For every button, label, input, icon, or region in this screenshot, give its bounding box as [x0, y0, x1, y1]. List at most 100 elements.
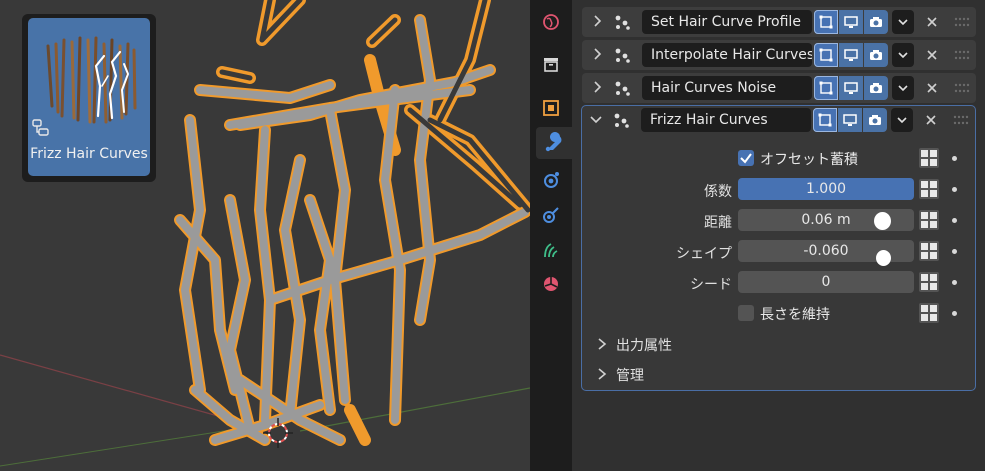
modifier-frizz-hair-curves[interactable]: Frizz Hair Curves	[581, 105, 975, 135]
edit-mode-icon	[818, 113, 832, 127]
shape-label: シェイプ	[676, 246, 732, 262]
render-toggle[interactable]	[863, 108, 887, 132]
factor-slider[interactable]: 1.000	[738, 178, 914, 200]
chevron-right-icon[interactable]	[590, 80, 604, 94]
monitor-icon	[844, 82, 858, 94]
frizz-hair-thumbnail	[40, 26, 140, 130]
input-attribute-toggle-icon[interactable]	[918, 302, 940, 324]
chevron-down-icon	[898, 85, 908, 92]
modifier-hair-curves-noise[interactable]: Hair Curves Noise	[582, 73, 976, 103]
modifier-frizz-hair-curves-panel: Frizz Hair Curves オフセット蓄積 係数 1.000 距離 0.…	[581, 105, 976, 391]
camera-icon	[870, 83, 882, 93]
drag-handle-icon[interactable]	[953, 114, 969, 126]
tab-world[interactable]	[535, 6, 567, 38]
tab-constraints[interactable]	[535, 234, 567, 266]
monitor-icon	[844, 49, 858, 61]
offset-accum-label: オフセット蓄積	[760, 152, 858, 168]
data-icon	[544, 277, 558, 291]
modifier-menu-button[interactable]	[892, 10, 914, 34]
tab-physics[interactable]	[535, 199, 567, 231]
seed-field[interactable]: 0	[738, 271, 914, 293]
keep-length-checkbox[interactable]	[738, 305, 754, 321]
tab-object[interactable]	[535, 92, 567, 124]
keyframe-dot-icon[interactable]	[952, 249, 957, 254]
render-toggle[interactable]	[864, 10, 888, 34]
subpanel-output-attributes[interactable]: 出力属性	[596, 335, 796, 355]
close-icon	[927, 83, 937, 93]
chevron-down-icon	[897, 117, 907, 124]
viewport-toggle[interactable]	[839, 10, 863, 34]
keyframe-dot-icon[interactable]	[952, 156, 957, 161]
modifier-name-field[interactable]: Frizz Hair Curves	[641, 108, 811, 132]
subpanel-label: 出力属性	[616, 338, 672, 354]
remove-modifier-button[interactable]	[921, 110, 941, 130]
asset-card[interactable]: Frizz Hair Curves	[22, 14, 156, 182]
asset-label: Frizz Hair Curves	[30, 146, 148, 162]
edit-mode-toggle[interactable]	[813, 108, 837, 132]
input-attribute-toggle-icon[interactable]	[918, 147, 940, 169]
modifier-name-field[interactable]: Hair Curves Noise	[642, 76, 812, 100]
tab-particles[interactable]	[535, 164, 567, 196]
tab-data[interactable]	[535, 268, 567, 300]
viewport-toggle[interactable]	[838, 108, 862, 132]
modifier-menu-button[interactable]	[892, 43, 914, 67]
camera-icon	[870, 17, 882, 27]
world-icon	[543, 14, 559, 30]
input-attribute-toggle-icon[interactable]	[918, 209, 940, 231]
render-toggle[interactable]	[864, 76, 888, 100]
input-attribute-toggle-icon[interactable]	[918, 271, 940, 293]
asset-card-inner: Frizz Hair Curves	[28, 18, 150, 176]
keyframe-dot-icon[interactable]	[952, 311, 957, 316]
modifier-interpolate-hair-curves[interactable]: Interpolate Hair Curves	[582, 40, 976, 70]
drag-handle-icon[interactable]	[954, 49, 970, 61]
keyframe-dot-icon[interactable]	[952, 280, 957, 285]
close-icon	[926, 115, 936, 125]
chevron-down-icon[interactable]	[589, 112, 603, 126]
chevron-right-icon[interactable]	[590, 14, 604, 28]
edit-mode-icon	[819, 48, 833, 62]
edit-mode-toggle[interactable]	[814, 43, 838, 67]
mouse-cursor-icon	[876, 250, 891, 266]
close-icon	[927, 50, 937, 60]
subpanel-manage[interactable]: 管理	[596, 365, 796, 385]
render-toggle[interactable]	[864, 43, 888, 67]
3d-viewport[interactable]: Frizz Hair Curves	[0, 0, 530, 471]
drag-handle-icon[interactable]	[954, 82, 970, 94]
distance-label: 距離	[704, 215, 732, 231]
modifier-menu-button[interactable]	[891, 108, 913, 132]
modifier-wrench-icon	[545, 132, 562, 152]
chevron-right-icon[interactable]	[590, 47, 604, 61]
tab-collection[interactable]	[535, 48, 567, 80]
geometry-nodes-icon	[615, 48, 630, 63]
keyframe-dot-icon[interactable]	[952, 218, 957, 223]
chevron-down-icon	[898, 19, 908, 26]
input-attribute-toggle-icon[interactable]	[918, 240, 940, 262]
remove-modifier-button[interactable]	[922, 12, 942, 32]
edit-mode-toggle[interactable]	[814, 76, 838, 100]
particles-icon	[544, 172, 559, 188]
viewport-toggle[interactable]	[839, 43, 863, 67]
physics-icon	[543, 207, 559, 223]
remove-modifier-button[interactable]	[922, 78, 942, 98]
modifier-name-field[interactable]: Set Hair Curve Profile	[642, 10, 812, 34]
drag-handle-icon[interactable]	[954, 16, 970, 28]
close-icon	[927, 17, 937, 27]
modifier-name-field[interactable]: Interpolate Hair Curves	[642, 43, 812, 67]
modifier-set-hair-curve-profile[interactable]: Set Hair Curve Profile	[582, 7, 976, 37]
tab-modifiers[interactable]	[536, 127, 572, 159]
remove-modifier-button[interactable]	[922, 45, 942, 65]
keyframe-dot-icon[interactable]	[952, 187, 957, 192]
modifier-properties-panel: Set Hair Curve Profile Interpolate Hair …	[572, 0, 985, 471]
input-attribute-toggle-icon[interactable]	[918, 178, 940, 200]
chevron-right-icon	[598, 368, 607, 380]
edit-mode-toggle[interactable]	[814, 10, 838, 34]
keep-length-label: 長さを維持	[760, 307, 830, 323]
chevron-right-icon	[598, 338, 607, 350]
offset-accum-checkbox[interactable]	[738, 150, 754, 166]
checkmark-icon	[740, 153, 752, 164]
viewport-toggle[interactable]	[839, 76, 863, 100]
modifier-menu-button[interactable]	[892, 76, 914, 100]
properties-tab-strip	[530, 0, 572, 471]
camera-icon	[870, 50, 882, 60]
monitor-icon	[844, 16, 858, 28]
